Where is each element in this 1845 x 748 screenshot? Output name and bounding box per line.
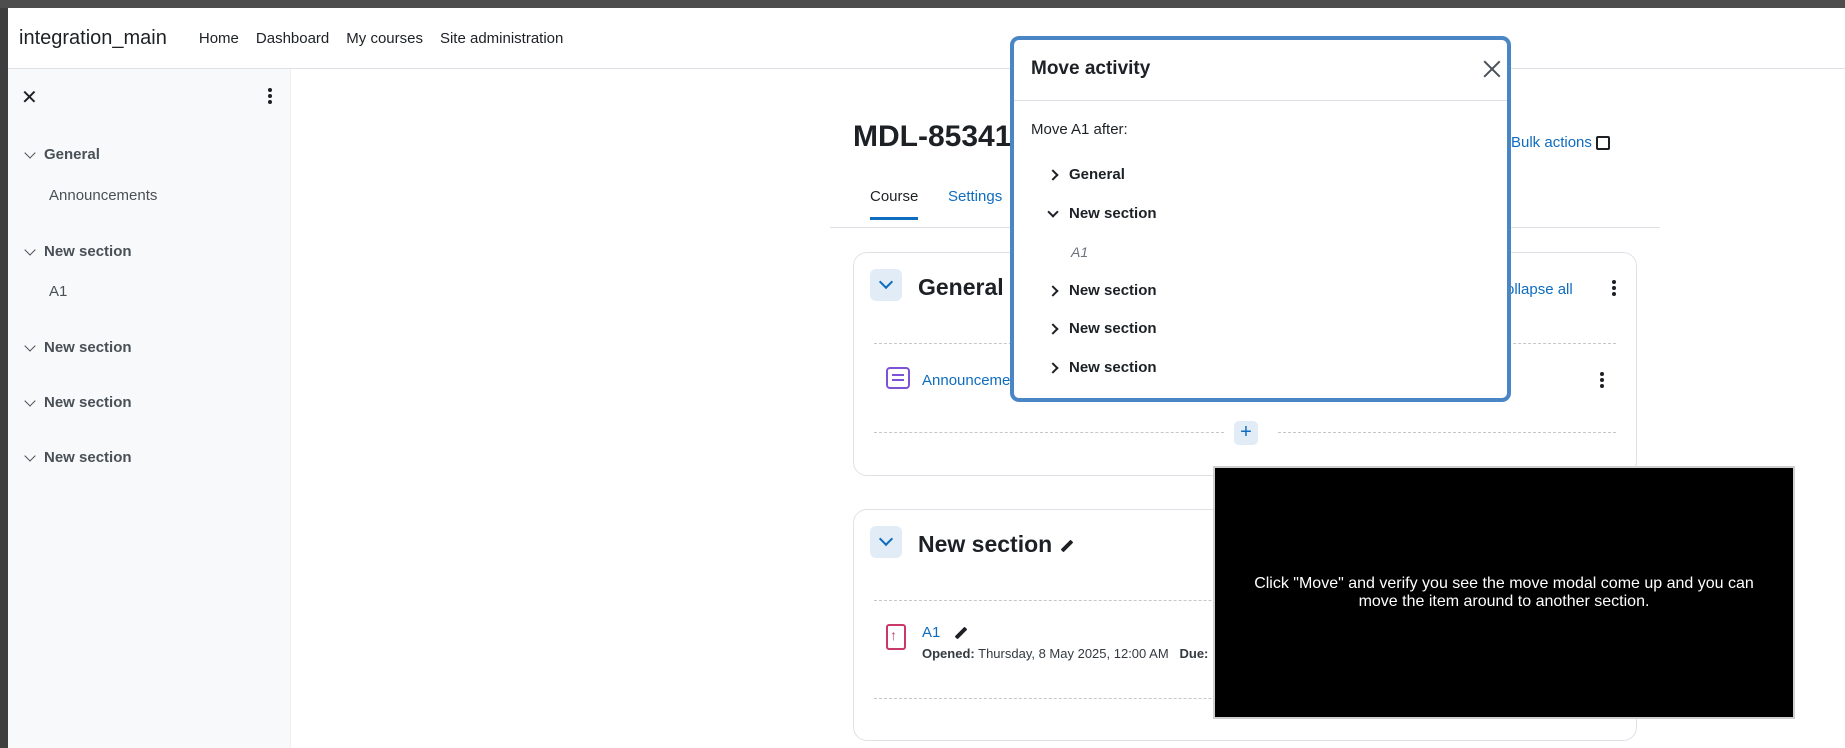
activity-link-announcements[interactable]: Announceme xyxy=(922,372,1010,389)
kebab-icon[interactable] xyxy=(1604,279,1624,299)
modal-header: Move activity xyxy=(1014,40,1507,101)
close-icon[interactable]: ✕ xyxy=(21,85,38,110)
move-target-new-section-4[interactable]: New section xyxy=(1047,359,1157,376)
move-activity-modal: Move activity Move A1 after: General New… xyxy=(1010,36,1511,402)
activity-dates: Opened: Thursday, 8 May 2025, 12:00 AM D… xyxy=(922,646,1208,661)
os-left-bar xyxy=(0,8,8,748)
activity-name: A1 xyxy=(922,624,941,641)
edit-pencil-icon[interactable] xyxy=(1060,539,1074,553)
divider xyxy=(874,432,1224,433)
divider xyxy=(1278,432,1616,433)
chevron-right-icon[interactable] xyxy=(1047,322,1059,335)
os-top-bar xyxy=(0,0,1845,8)
site-brand[interactable]: integration_main xyxy=(19,27,167,50)
course-index-section-label: New section xyxy=(44,339,132,356)
test-instructions-text: Click "Move" and verify you see the move… xyxy=(1254,574,1754,610)
course-index-drawer: ✕ General Announcements New section A1 N… xyxy=(8,69,291,748)
primary-navigation: Home Dashboard My courses Site administr… xyxy=(199,30,564,47)
bulk-actions-button[interactable]: Bulk actions xyxy=(1511,134,1610,151)
section-title-text: New section xyxy=(918,531,1053,557)
nav-dashboard[interactable]: Dashboard xyxy=(256,30,329,47)
modal-title: Move activity xyxy=(1031,58,1151,79)
chevron-down-icon xyxy=(24,394,36,407)
course-index-item-announcements[interactable]: Announcements xyxy=(49,187,157,204)
edit-pencil-icon[interactable] xyxy=(954,626,968,640)
chevron-down-icon xyxy=(24,339,36,352)
course-index-section-label: New section xyxy=(44,394,132,411)
course-index-section-label: New section xyxy=(44,449,132,466)
chevron-down-icon xyxy=(24,449,36,462)
course-index-section-label: New section xyxy=(44,243,132,260)
course-index-section-new-3[interactable]: New section xyxy=(24,394,132,411)
move-target-new-section-2[interactable]: New section xyxy=(1047,282,1157,299)
top-navbar: integration_main Home Dashboard My cours… xyxy=(8,8,1845,69)
move-target-label: New section xyxy=(1069,359,1157,376)
close-icon[interactable] xyxy=(1483,60,1501,78)
move-target-new-section-1[interactable]: New section xyxy=(1047,205,1157,222)
due-label: Due: xyxy=(1179,646,1209,661)
section-title: New section xyxy=(918,531,1074,558)
bulk-edit-icon xyxy=(1595,135,1610,150)
test-instructions-overlay: Click "Move" and verify you see the move… xyxy=(1213,466,1795,719)
kebab-icon[interactable] xyxy=(260,87,280,107)
page-title: MDL-85341 xyxy=(853,120,1012,153)
chevron-down-icon xyxy=(24,146,36,159)
chevron-right-icon[interactable] xyxy=(1047,284,1059,297)
tab-settings[interactable]: Settings xyxy=(948,188,1002,205)
move-target-general[interactable]: General xyxy=(1047,166,1125,183)
course-index-section-label: General xyxy=(44,146,100,163)
tab-course[interactable]: Course xyxy=(870,188,919,220)
add-activity-button[interactable]: + xyxy=(1234,421,1258,445)
section-title: General xyxy=(918,274,1004,300)
chevron-down-icon xyxy=(24,243,36,256)
chevron-right-icon[interactable] xyxy=(1047,361,1059,374)
nav-my-courses[interactable]: My courses xyxy=(346,30,423,47)
course-index-section-new-4[interactable]: New section xyxy=(24,449,132,466)
activity-link-a1[interactable]: A1 xyxy=(922,624,968,641)
course-index-section-general[interactable]: General xyxy=(24,146,100,163)
move-target-label: New section xyxy=(1069,205,1157,222)
nav-home[interactable]: Home xyxy=(199,30,239,47)
forum-icon xyxy=(886,367,910,389)
move-instruction-label: Move A1 after: xyxy=(1031,121,1128,138)
opened-value: Thursday, 8 May 2025, 12:00 AM xyxy=(978,646,1169,661)
move-target-label: General xyxy=(1069,166,1125,183)
kebab-icon[interactable] xyxy=(1592,371,1612,391)
course-index-section-new-2[interactable]: New section xyxy=(24,339,132,356)
collapse-all-link[interactable]: ollapse all xyxy=(1506,281,1573,298)
assignment-upload-icon xyxy=(886,624,906,650)
move-target-label: New section xyxy=(1069,282,1157,299)
chevron-down-icon[interactable] xyxy=(1047,205,1059,218)
course-index-section-new-1[interactable]: New section xyxy=(24,243,132,260)
chevron-right-icon[interactable] xyxy=(1047,168,1059,181)
course-index-item-a1[interactable]: A1 xyxy=(49,283,67,300)
opened-label: Opened: xyxy=(922,646,975,661)
section-collapse-toggle[interactable] xyxy=(870,269,902,301)
nav-site-administration[interactable]: Site administration xyxy=(440,30,563,47)
move-target-new-section-3[interactable]: New section xyxy=(1047,320,1157,337)
section-collapse-toggle[interactable] xyxy=(870,526,902,558)
move-current-activity: A1 xyxy=(1071,244,1089,260)
bulk-actions-label: Bulk actions xyxy=(1511,134,1592,151)
move-target-label: New section xyxy=(1069,320,1157,337)
